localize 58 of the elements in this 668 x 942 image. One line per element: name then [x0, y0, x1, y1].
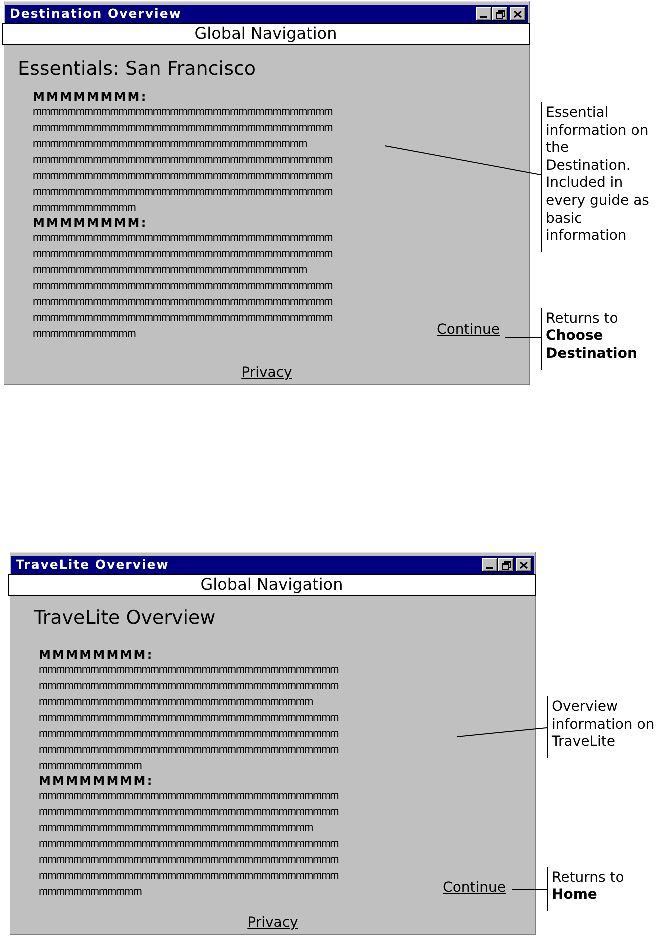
placeholder-text: mmmmmmmmmmmmmmmmmmmmmmmmmmmmmmmmmmm	[39, 805, 339, 820]
privacy-link[interactable]: Privacy	[248, 915, 298, 932]
close-button[interactable]	[516, 558, 532, 572]
placeholder-text: mmmmmmmmmmmmmmmmmmmmmmmmmmmmmmmmmmm	[39, 711, 339, 726]
placeholder-text: mmmmmmmmmmmmmmmmmmmmmmmmmmmmmmmmmmm	[39, 789, 339, 804]
continue-link[interactable]: Continue	[443, 880, 506, 897]
placeholder-text: mmmmmmmmmmmmmmmmmmmmmmmmmmmmmmmmmmm	[33, 121, 333, 136]
placeholder-text: mmmmmmmmmmmmmmmmmmmmmmmmmmmmmmmmmmm	[33, 153, 333, 168]
placeholder-text: mmmmmmmmmmmmmmmmmmmmmmmmmmmmmmmmmmm	[33, 247, 333, 262]
placeholder-text: mmmmmmmmmmmmmmmmmmmmmmmmmmmmmmmmmmm	[33, 185, 333, 200]
placeholder-text: mmmmmmmmmmmmmmmmmmmmmmmmmmmmmmmm	[33, 137, 308, 152]
close-icon	[514, 10, 522, 18]
close-icon	[520, 562, 528, 568]
page-heading: TraveLite Overview	[34, 607, 217, 630]
minimize-icon	[486, 567, 493, 569]
minimize-button[interactable]	[482, 558, 498, 572]
placeholder-text: mmmmmmmmmmmmmmmmmmmmmmmmmmmmmmmmmmm	[39, 679, 339, 694]
restore-button[interactable]	[498, 558, 514, 572]
placeholder-text: mmmmmmmmmmmmmmmmmmmmmmmmmmmmmmmmmmm	[33, 279, 333, 294]
window-title: Destination Overview	[9, 5, 182, 23]
placeholder-text: mmmmmmmmmmmmmmmmmmmmmmmmmmmmmmmmmmm	[33, 311, 333, 326]
minimize-icon	[480, 16, 487, 18]
placeholder-text: mmmmmmmmmmmmmmmmmmmmmmmmmmmmmmmmmmm	[33, 295, 333, 310]
placeholder-text: mmmmmmmmmmmmmmmmmmmmmmmmmmmmmmmm	[39, 695, 314, 710]
placeholder-text: mmmmmmmmmmmm	[33, 327, 137, 342]
close-button[interactable]	[510, 7, 526, 21]
placeholder-text: mmmmmmmmmmmm	[39, 759, 143, 774]
placeholder-text: mmmmmmmmmmmmmmmmmmmmmmmmmmmmmmmmmmm	[39, 837, 339, 852]
placeholder-text: mmmmmmmmmmmmmmmmmmmmmmmmmmmmmmmmmmm	[39, 853, 339, 868]
placeholder-text: mmmmmmmmmmmmmmmmmmmmmmmmmmmmmmmmmmm	[33, 169, 333, 184]
section-heading: MMMMMMMM:	[33, 90, 149, 104]
continue-link[interactable]: Continue	[437, 322, 500, 339]
section-heading: MMMMMMMM:	[39, 774, 155, 788]
placeholder-text: mmmmmmmmmmmm	[33, 201, 137, 216]
restore-button[interactable]	[492, 7, 508, 21]
window-title: TraveLite Overview	[15, 556, 170, 574]
placeholder-text: mmmmmmmmmmmmmmmmmmmmmmmmmmmmmmmm	[33, 263, 308, 278]
annotation-note: Returns to Home	[547, 866, 660, 911]
placeholder-text: mmmmmmmmmmmmmmmmmmmmmmmmmmmmmmmmmmm	[33, 105, 333, 120]
restore-icon	[502, 560, 510, 570]
placeholder-text: mmmmmmmmmmmmmmmmmmmmmmmmmmmmmmmmmmm	[39, 727, 339, 742]
privacy-link[interactable]: Privacy	[242, 365, 292, 382]
placeholder-text: mmmmmmmmmmmmmmmmmmmmmmmmmmmmmmmmmmm	[39, 869, 339, 884]
placeholder-text: mmmmmmmmmmmm	[39, 885, 143, 900]
placeholder-text: mmmmmmmmmmmmmmmmmmmmmmmmmmmmmmmmmmm	[33, 231, 333, 246]
annotation-note: Overview information on TraveLite	[547, 696, 660, 758]
annotation-note: Essential information on the Destination. Included in every guide as basic information	[541, 102, 654, 252]
navigation-bar: Global Navigation	[2, 23, 530, 45]
page-heading: Essentials: San Francisco	[18, 58, 258, 81]
restore-icon	[496, 10, 504, 18]
section-heading: MMMMMMMM:	[33, 216, 149, 230]
placeholder-text: mmmmmmmmmmmmmmmmmmmmmmmmmmmmmmmmmmm	[39, 663, 339, 678]
minimize-button[interactable]	[476, 7, 492, 21]
section-heading: MMMMMMMM:	[39, 648, 155, 662]
navigation-bar: Global Navigation	[8, 574, 536, 596]
annotation-note: Returns to Choose Destination	[541, 308, 654, 370]
placeholder-text: mmmmmmmmmmmmmmmmmmmmmmmmmmmmmmmmmmm	[39, 743, 339, 758]
placeholder-text: mmmmmmmmmmmmmmmmmmmmmmmmmmmmmmmm	[39, 821, 314, 836]
